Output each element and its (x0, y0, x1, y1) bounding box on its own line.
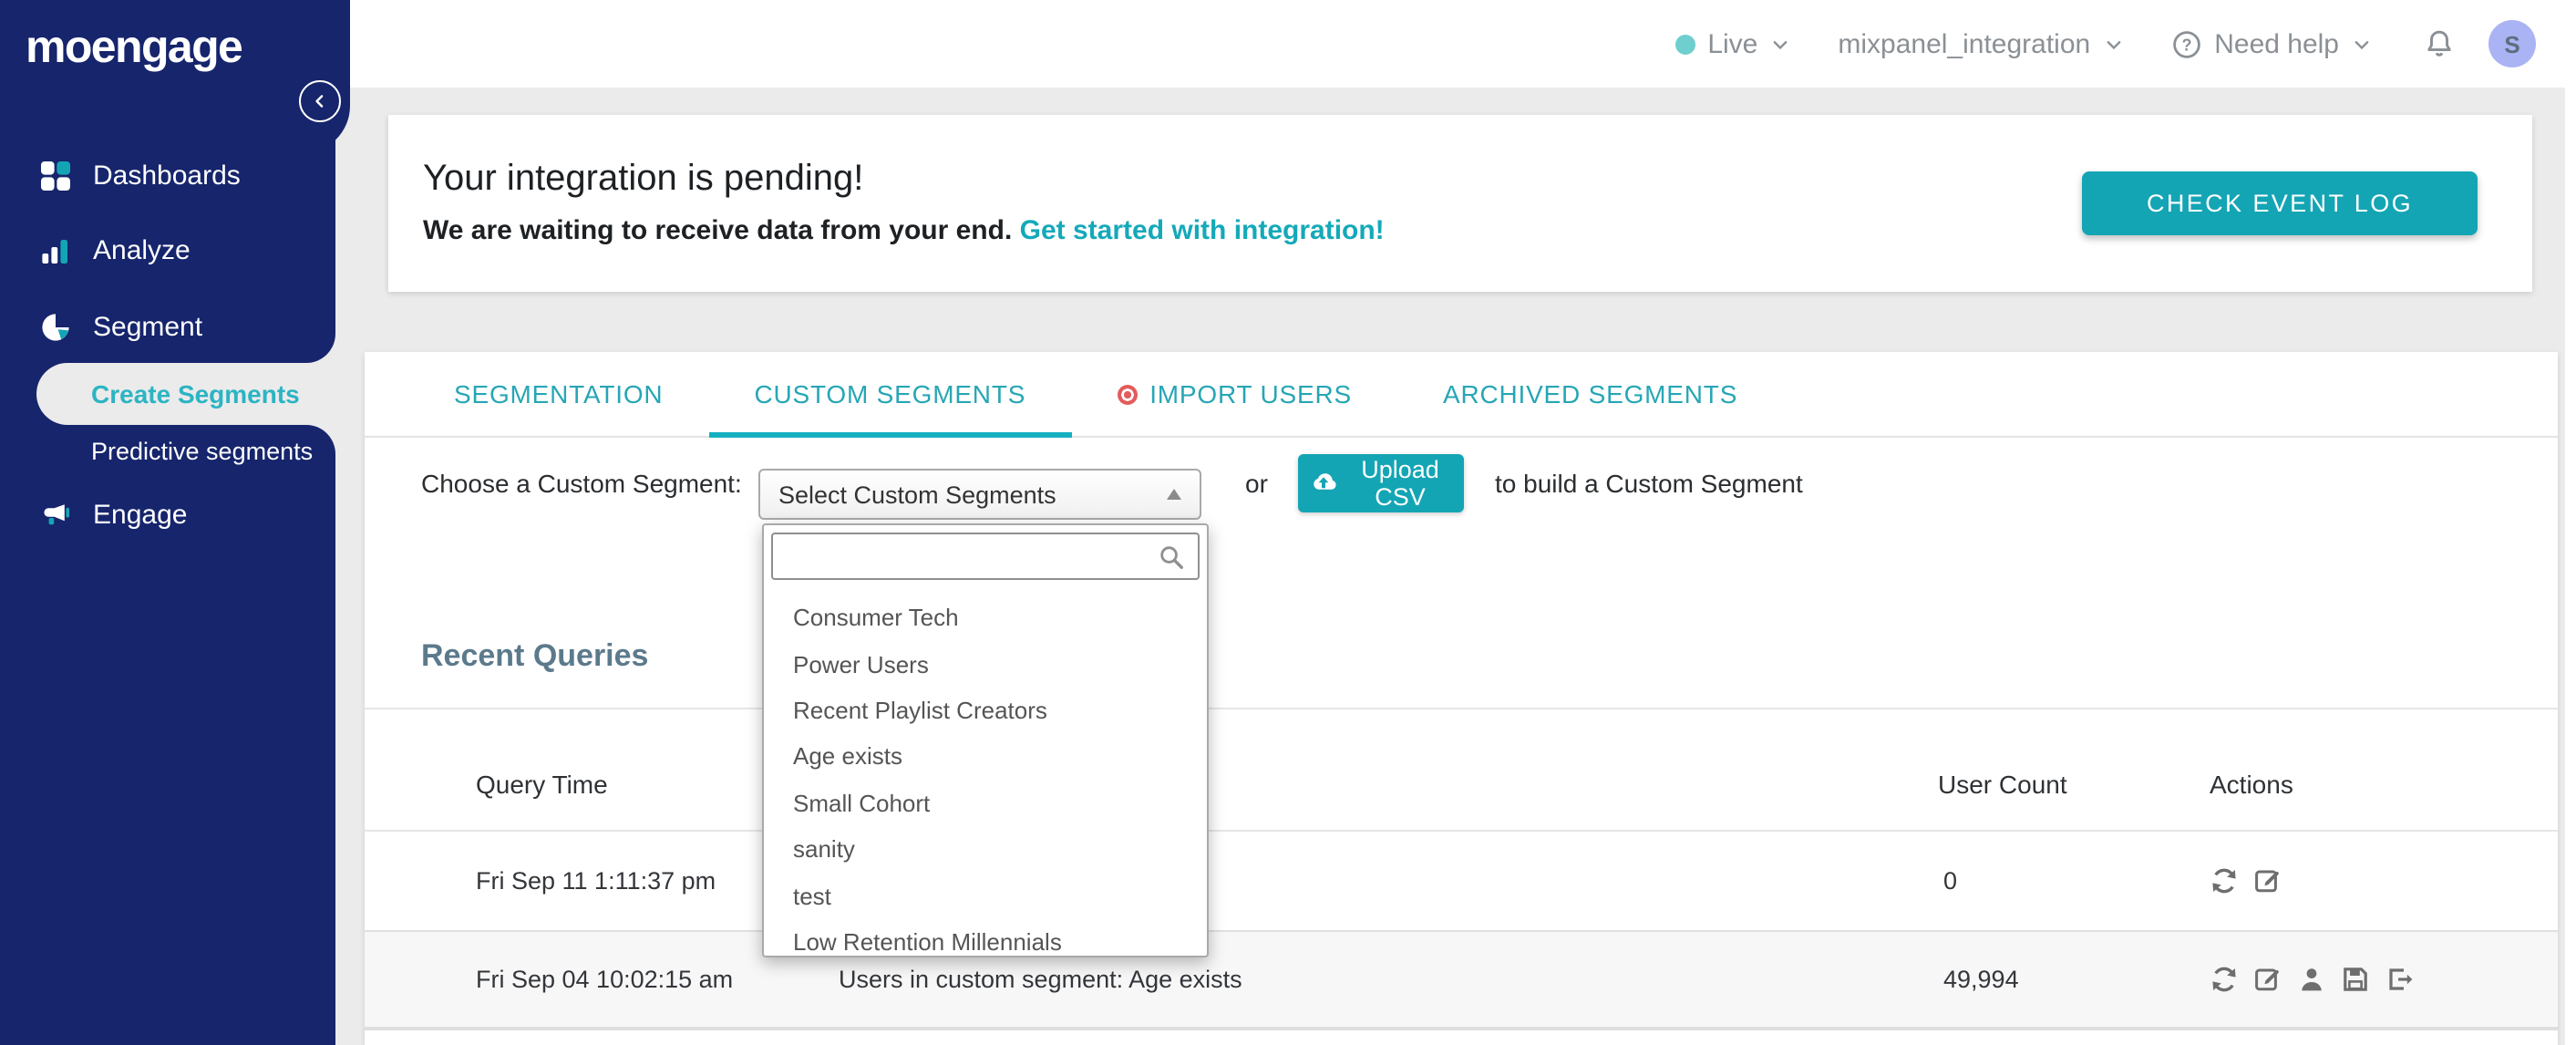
search-icon (1158, 543, 1185, 570)
sidebar: moengage Dashboards Analyze Segment Crea… (0, 0, 350, 1045)
query-time-cell: Fri Sep 11 1:11:37 pm (476, 866, 716, 894)
banner-subtitle: We are waiting to receive data from your… (423, 215, 1385, 246)
chevron-down-icon (2103, 34, 2123, 54)
top-header: Live mixpanel_integration ? Need help S (335, 0, 2576, 88)
record-dot-icon (1117, 384, 1138, 404)
help-dropdown[interactable]: ? Need help (2170, 28, 2372, 59)
export-icon[interactable] (2385, 965, 2414, 994)
edit-icon[interactable] (2253, 965, 2282, 994)
tab-archived-segments[interactable]: ARCHIVED SEGMENTS (1397, 352, 1783, 436)
environment-label: Live (1707, 28, 1758, 59)
integration-banner: Your integration is pending! We are wait… (388, 115, 2532, 292)
dropdown-option[interactable]: Low Retention Millennials (764, 918, 1207, 965)
user-count-cell: 0 (1943, 866, 1958, 894)
chevron-down-icon (2352, 34, 2372, 54)
save-icon[interactable] (2341, 965, 2370, 994)
environment-dropdown[interactable]: Live (1674, 28, 1790, 59)
upload-csv-button[interactable]: Upload CSV (1298, 454, 1464, 512)
moengage-logo: moengage (26, 22, 243, 73)
sidebar-item-create-segments[interactable]: Create Segments (36, 363, 335, 425)
cloud-upload-icon (1309, 469, 1338, 498)
sidebar-item-engage[interactable]: Engage (0, 491, 335, 538)
triangle-up-icon (1167, 489, 1181, 500)
sidebar-collapse-button[interactable] (299, 80, 341, 122)
query-cell: Users in custom segment: Age exists (839, 966, 1242, 993)
sidebar-item-analyze[interactable]: Analyze (0, 226, 335, 274)
sidebar-item-segment[interactable]: Segment (0, 303, 335, 350)
sidebar-item-dashboards[interactable]: Dashboards (0, 151, 335, 199)
project-dropdown[interactable]: mixpanel_integration (1838, 28, 2123, 59)
pill-curve-top (306, 334, 335, 363)
project-name: mixpanel_integration (1838, 28, 2091, 59)
banner-title: Your integration is pending! (423, 159, 864, 199)
tab-import-users[interactable]: IMPORT USERS (1071, 352, 1397, 436)
refresh-icon[interactable] (2210, 965, 2239, 994)
dropdown-option[interactable]: test (764, 873, 1207, 919)
column-header-actions: Actions (2210, 770, 2293, 799)
sidebar-item-label: Analyze (93, 234, 191, 265)
sidebar-item-label: Segment (93, 311, 203, 342)
divider (365, 1027, 2558, 1029)
column-header-query-time: Query Time (476, 770, 608, 799)
segment-search-input[interactable] (773, 533, 1158, 580)
dropdown-option[interactable]: sanity (764, 826, 1207, 873)
tab-segmentation[interactable]: SEGMENTATION (408, 352, 708, 436)
segments-card: SEGMENTATION CUSTOM SEGMENTS IMPORT USER… (365, 352, 2558, 1045)
divider (365, 708, 2558, 709)
svg-text:?: ? (2181, 35, 2191, 53)
chooser-label: Choose a Custom Segment: (421, 469, 742, 498)
chooser-suffix: to build a Custom Segment (1495, 469, 1803, 498)
chevron-left-icon (310, 91, 330, 111)
sidebar-item-label: Create Segments (91, 379, 300, 409)
select-value: Select Custom Segments (778, 481, 1056, 508)
user-avatar[interactable]: S (2488, 20, 2536, 67)
table-row: Fri Sep 04 10:02:15 am Users in custom s… (365, 932, 2558, 1027)
dashboards-icon (40, 160, 71, 191)
or-text: or (1245, 469, 1268, 498)
sidebar-item-predictive-segments[interactable]: Predictive segments (91, 438, 313, 465)
dropdown-search (771, 533, 1200, 580)
row-actions (2210, 965, 2414, 994)
scrollbar-track[interactable] (2565, 0, 2576, 1045)
recent-queries-title: Recent Queries (421, 638, 649, 673)
check-event-log-button[interactable]: CHECK EVENT LOG (2082, 171, 2478, 235)
help-icon: ? (2170, 28, 2201, 59)
notifications-bell-icon[interactable] (2423, 27, 2456, 60)
engage-icon (40, 499, 71, 530)
refresh-icon[interactable] (2210, 865, 2239, 895)
user-icon[interactable] (2297, 965, 2326, 994)
table-row: Fri Sep 11 1:11:37 pm 0 (365, 830, 2558, 930)
sidebar-item-label: Engage (93, 499, 188, 530)
help-label: Need help (2214, 28, 2339, 59)
tab-bar: SEGMENTATION CUSTOM SEGMENTS IMPORT USER… (365, 352, 2558, 438)
custom-segment-select[interactable]: Select Custom Segments (758, 469, 1201, 520)
dropdown-option[interactable]: Age exists (764, 733, 1207, 780)
analyze-icon (40, 234, 71, 265)
custom-segment-dropdown: Consumer Tech Power Users Recent Playlis… (762, 523, 1209, 957)
chevron-down-icon (1770, 34, 1790, 54)
dropdown-option[interactable]: Power Users (764, 641, 1207, 688)
banner-subtitle-text: We are waiting to receive data from your… (423, 215, 1013, 246)
live-status-dot (1674, 34, 1695, 54)
column-header-user-count: User Count (1938, 770, 2067, 799)
query-time-cell: Fri Sep 04 10:02:15 am (476, 966, 734, 993)
dropdown-option[interactable]: Consumer Tech (764, 595, 1207, 641)
dropdown-options: Consumer Tech Power Users Recent Playlis… (764, 595, 1207, 965)
row-actions (2210, 865, 2282, 895)
segment-icon (40, 311, 71, 342)
sidebar-item-label: Dashboards (93, 160, 241, 191)
user-count-cell: 49,994 (1943, 966, 2019, 993)
dropdown-option[interactable]: Small Cohort (764, 780, 1207, 826)
get-started-link[interactable]: Get started with integration! (1020, 215, 1385, 246)
dropdown-option[interactable]: Recent Playlist Creators (764, 688, 1207, 734)
tab-custom-segments[interactable]: CUSTOM SEGMENTS (708, 352, 1071, 438)
edit-icon[interactable] (2253, 865, 2282, 895)
